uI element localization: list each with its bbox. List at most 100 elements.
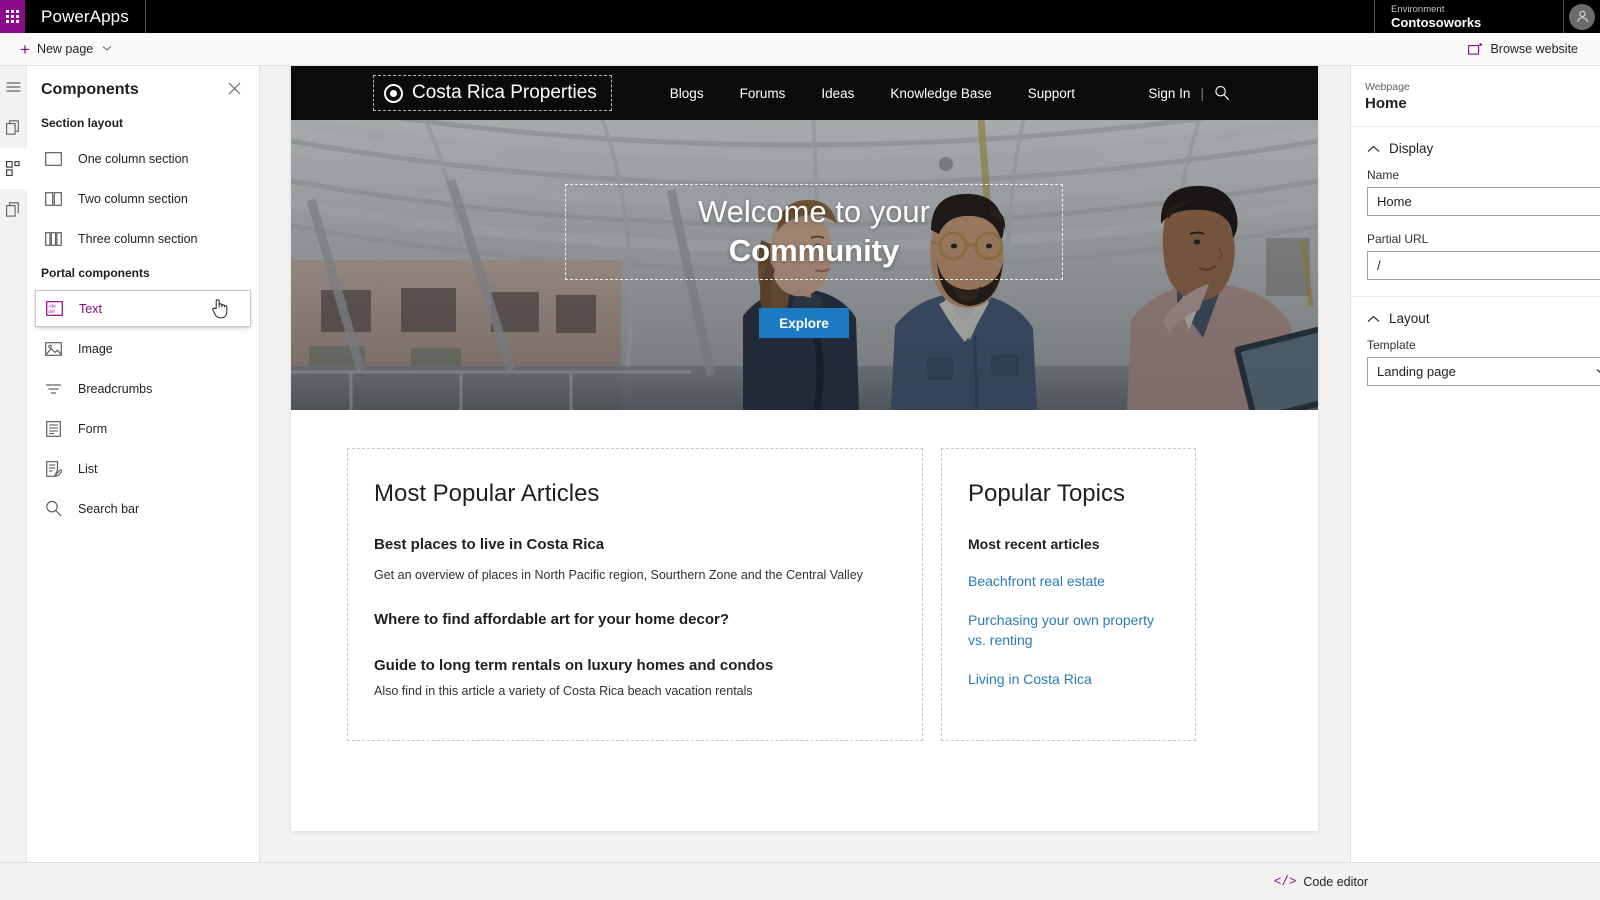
component-item-image[interactable]: Image (35, 330, 251, 367)
name-input[interactable]: Home (1367, 187, 1600, 216)
rail-item-templates[interactable] (0, 189, 27, 230)
components-panel: Components Section layout One column sec… (27, 66, 260, 900)
group-title: Display (1389, 141, 1434, 156)
app-title: PowerApps (41, 6, 129, 26)
browse-website-label: Browse website (1490, 42, 1578, 56)
pages-icon (6, 120, 19, 135)
partial-url-input[interactable]: / (1367, 251, 1600, 280)
topic-link[interactable]: Purchasing your own property vs. renting (968, 610, 1169, 650)
component-item-breadcrumbs[interactable]: Breadcrumbs (35, 370, 251, 407)
search-icon[interactable] (1214, 85, 1230, 101)
browse-website-button[interactable]: Browse website (1460, 33, 1586, 66)
most-popular-articles-card[interactable]: Most Popular Articles Best places to liv… (347, 448, 923, 741)
page-copy-icon (6, 202, 19, 217)
close-glyph (228, 82, 241, 95)
chevron-up-icon (1367, 145, 1380, 153)
page-surface: Costa Rica Properties Blogs Forums Ideas… (291, 66, 1318, 831)
nav-link-knowledge-base[interactable]: Knowledge Base (872, 86, 1009, 101)
rail-item-components[interactable] (0, 148, 27, 189)
article-title[interactable]: Where to find affordable art for your ho… (374, 610, 896, 630)
one-column-glyph (45, 151, 62, 166)
environment-label: Environment (1391, 3, 1445, 15)
explore-button[interactable]: Explore (759, 308, 849, 338)
hero-text-block[interactable]: Welcome to your Community (565, 184, 1063, 280)
pointing-hand-cursor (211, 298, 228, 325)
popular-topics-card[interactable]: Popular Topics Most recent articles Beac… (941, 448, 1196, 741)
hamburger-icon (6, 81, 21, 92)
field-label: Template (1367, 338, 1416, 352)
topics-subtitle: Most recent articles (968, 536, 1100, 552)
text-abc-icon: Abc def (42, 296, 67, 321)
article-title[interactable]: Best places to live in Costa Rica (374, 535, 896, 555)
rail-item-hamburger[interactable] (0, 66, 27, 107)
article-description: Also find in this article a variety of C… (374, 684, 753, 698)
properties-header: Webpage Home (1351, 66, 1600, 127)
component-item-text[interactable]: Abc def Text (35, 290, 251, 327)
list-icon (41, 456, 66, 481)
component-item-two-column-section[interactable]: Two column section (35, 180, 251, 217)
app-bar-spacer (146, 0, 1374, 33)
chevron-down-glyph (102, 46, 112, 51)
properties-panel: Webpage Home Display Name Home Partial U… (1350, 66, 1600, 900)
brand-container[interactable]: PowerApps (25, 0, 146, 33)
chevron-down-glyph (1596, 369, 1600, 374)
image-icon (41, 336, 66, 361)
waffle-grid-icon[interactable] (0, 0, 25, 33)
nav-separator: | (1200, 85, 1204, 101)
close-icon[interactable] (224, 80, 245, 100)
code-editor-label: Code editor (1303, 874, 1368, 889)
template-select[interactable]: Landing page (1367, 357, 1600, 386)
external-window-icon (1468, 42, 1483, 56)
field-name: Name Home (1351, 168, 1600, 232)
component-label: Form (78, 421, 108, 436)
topic-link[interactable]: Beachfront real estate (968, 571, 1169, 591)
command-bar: + New page Browse website (0, 33, 1600, 66)
three-column-glyph (45, 231, 62, 246)
avatar[interactable] (1564, 0, 1600, 33)
code-editor-button[interactable]: </> Code editor (1274, 875, 1368, 889)
nav-link-blogs[interactable]: Blogs (652, 86, 722, 101)
form-glyph (46, 420, 61, 437)
site-nav: Blogs Forums Ideas Knowledge Base Suppor… (652, 86, 1093, 101)
canvas-area: Costa Rica Properties Blogs Forums Ideas… (260, 66, 1350, 900)
section-heading-portal-components: Portal components (41, 266, 150, 280)
components-grid-icon (6, 161, 20, 176)
layout-group-header[interactable]: Layout (1351, 297, 1600, 338)
component-item-search-bar[interactable]: Search bar (35, 490, 251, 527)
image-glyph (45, 341, 62, 356)
field-label: Name (1367, 168, 1400, 182)
new-page-label: New page (36, 42, 94, 56)
display-group-header[interactable]: Display (1351, 127, 1600, 168)
site-nav-right: Sign In | (1148, 85, 1288, 101)
left-icon-rail (0, 66, 27, 900)
list-glyph (45, 460, 62, 477)
new-page-button[interactable]: + New page (12, 33, 120, 66)
topic-link[interactable]: Living in Costa Rica (968, 669, 1169, 689)
properties-name: Home (1365, 95, 1407, 112)
site-header: Costa Rica Properties Blogs Forums Ideas… (291, 66, 1318, 120)
component-item-list[interactable]: List (35, 450, 251, 487)
component-label: Image (78, 341, 113, 356)
component-item-one-column-section[interactable]: One column section (35, 140, 251, 177)
article-title[interactable]: Guide to long term rentals on luxury hom… (374, 656, 896, 676)
nav-link-forums[interactable]: Forums (722, 86, 804, 101)
rail-item-pages[interactable] (0, 107, 27, 148)
nav-link-support[interactable]: Support (1010, 86, 1093, 101)
user-glyph (1576, 10, 1588, 23)
svg-text:Abc: Abc (48, 304, 57, 309)
component-item-form[interactable]: Form (35, 410, 251, 447)
component-label: List (78, 461, 98, 476)
two-column-icon (41, 186, 66, 211)
properties-kind: Webpage (1365, 81, 1410, 93)
site-logo[interactable]: Costa Rica Properties (373, 75, 612, 111)
nav-link-ideas[interactable]: Ideas (803, 86, 872, 101)
pointing-hand-glyph (212, 299, 228, 319)
sign-in-link[interactable]: Sign In (1148, 86, 1190, 101)
chevron-down-icon (102, 44, 112, 54)
search-glyph (1215, 85, 1230, 101)
command-bar-right: Browse website (1460, 33, 1600, 66)
component-item-three-column-section[interactable]: Three column section (35, 220, 251, 257)
environment-selector[interactable]: Environment Contosoworks (1374, 0, 1564, 33)
chevron-up-icon (1367, 315, 1380, 323)
bottom-bar: </> Code editor (0, 862, 1600, 900)
